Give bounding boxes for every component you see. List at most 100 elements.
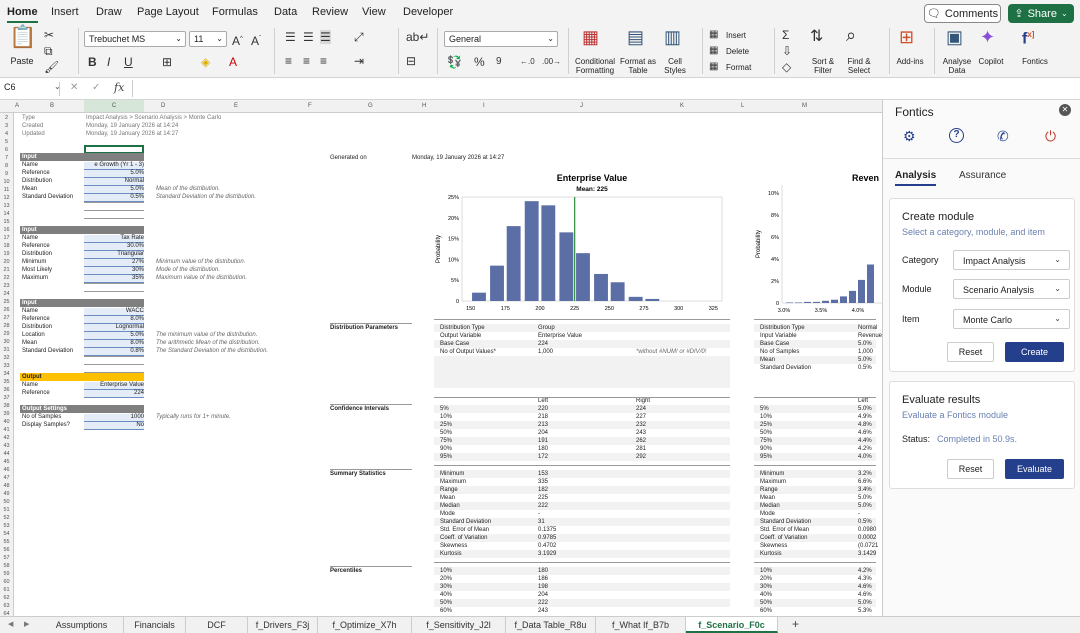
input-field-value[interactable]: 0.8% <box>84 348 144 356</box>
percent-icon[interactable]: % <box>474 55 485 69</box>
currency-icon[interactable]: 💱 <box>447 55 462 69</box>
reset-evaluate-button[interactable]: Reset <box>947 459 994 479</box>
row-header[interactable]: 62 <box>0 594 13 602</box>
row-header[interactable]: 46 <box>0 466 13 474</box>
help-icon[interactable]: ? <box>949 128 964 143</box>
column-header[interactable]: L <box>741 103 744 109</box>
clear-icon[interactable]: ◇ <box>782 60 791 74</box>
row-header[interactable]: 10 <box>0 178 13 186</box>
column-header[interactable]: C <box>84 100 144 112</box>
tab-page-layout[interactable]: Page Layout <box>137 6 199 18</box>
row-header[interactable]: 15 <box>0 218 13 226</box>
orientation-icon[interactable]: ⤢ <box>354 30 364 44</box>
fontics-button[interactable]: Fontics <box>1018 57 1052 66</box>
row-header[interactable]: 12 <box>0 194 13 202</box>
insert-function-icon[interactable]: fx <box>114 81 124 94</box>
align-right-icon[interactable]: ≡ <box>320 54 327 68</box>
input-field-value[interactable]: 5.0% <box>84 170 144 178</box>
row-header[interactable]: 60 <box>0 578 13 586</box>
row-header[interactable]: 43 <box>0 442 13 450</box>
input-field-value[interactable]: Lognormal <box>84 324 144 332</box>
row-header[interactable]: 8 <box>0 162 13 170</box>
row-header[interactable]: 7 <box>0 154 13 162</box>
reset-button[interactable]: Reset <box>947 342 994 362</box>
format-cells-icon[interactable]: ▦ <box>709 60 718 74</box>
row-header[interactable]: 22 <box>0 274 13 282</box>
chevron-down-icon[interactable]: ⌄ <box>54 82 61 91</box>
row-header[interactable]: 37 <box>0 394 13 402</box>
row-header[interactable]: 17 <box>0 234 13 242</box>
italic-icon[interactable]: I <box>107 55 110 69</box>
row-header[interactable]: 56 <box>0 546 13 554</box>
row-header[interactable]: 40 <box>0 418 13 426</box>
font-name-select[interactable]: Trebuchet MS ⌄ <box>84 31 186 47</box>
increase-decimal-icon[interactable]: ←.0 <box>520 55 535 69</box>
borders-icon[interactable]: ⊞ <box>162 55 172 69</box>
sheet-tab[interactable]: Financials <box>124 617 186 633</box>
input-field-value[interactable]: e Growth (Yr 1 - 3) <box>84 162 144 170</box>
input-field-value[interactable]: 8.0% <box>84 340 144 348</box>
sheet-tab[interactable]: f_Sensitivity_J2l <box>412 617 506 633</box>
row-header[interactable]: 14 <box>0 210 13 218</box>
input-field-value[interactable]: 35% <box>84 275 144 283</box>
row-header[interactable]: 63 <box>0 602 13 610</box>
format-cells-button[interactable]: Format <box>726 63 751 72</box>
input-field-value[interactable]: WACC <box>84 308 144 316</box>
input-field-value[interactable]: 5.0% <box>84 332 144 340</box>
tab-analysis[interactable]: Analysis <box>895 170 937 186</box>
align-middle-icon[interactable]: ☰ <box>303 30 314 44</box>
add-ins-button[interactable]: Add-ins <box>893 57 927 66</box>
sheet-tab[interactable]: f_Scenario_F0c <box>686 617 778 633</box>
format-as-table-button[interactable]: Format as Table <box>620 57 656 75</box>
sheet-tab[interactable]: f_What If_B7b <box>596 617 686 633</box>
input-field-value[interactable]: 5.0% <box>84 186 144 194</box>
tab-home[interactable]: Home <box>7 6 38 23</box>
tab-formulas[interactable]: Formulas <box>212 6 258 18</box>
row-header[interactable]: 44 <box>0 450 13 458</box>
paste-icon[interactable]: 📋 <box>9 26 36 48</box>
sheet-tab[interactable]: f_Drivers_F3j <box>248 617 318 633</box>
font-size-select[interactable]: 11 ⌄ <box>189 31 227 47</box>
copy-icon[interactable]: ⧉ <box>44 44 53 58</box>
align-top-icon[interactable]: ☰ <box>285 30 296 44</box>
copilot-button[interactable]: Copilot <box>974 57 1008 66</box>
row-header[interactable]: 49 <box>0 490 13 498</box>
output-name-value[interactable]: Enterprise Value <box>84 382 144 390</box>
align-center-icon[interactable]: ≡ <box>303 54 310 68</box>
scroll-left-icon[interactable]: ◀ <box>8 620 13 628</box>
autosum-icon[interactable]: Σ <box>782 28 789 42</box>
input-field-value[interactable]: 30.0% <box>84 243 144 251</box>
tab-developer[interactable]: Developer <box>403 6 453 18</box>
row-header[interactable]: 5 <box>0 138 13 146</box>
tab-insert[interactable]: Insert <box>51 6 79 18</box>
column-header[interactable]: A <box>15 103 19 109</box>
column-header[interactable]: B <box>50 103 54 109</box>
tab-review[interactable]: Review <box>312 6 348 18</box>
format-as-table-icon[interactable]: ▤ <box>627 28 644 46</box>
row-header[interactable]: 35 <box>0 378 13 386</box>
row-header[interactable]: 11 <box>0 186 13 194</box>
name-box[interactable]: C6 <box>4 82 60 96</box>
analyse-data-button[interactable]: Analyse Data <box>940 57 974 75</box>
row-header[interactable]: 25 <box>0 298 13 306</box>
row-header[interactable]: 47 <box>0 474 13 482</box>
row-header[interactable]: 54 <box>0 530 13 538</box>
input-field-value[interactable]: Tax Rate <box>84 235 144 243</box>
row-header[interactable]: 50 <box>0 498 13 506</box>
conditional-formatting-icon[interactable]: ▦ <box>582 28 599 46</box>
sort-filter-icon[interactable]: ⇅ <box>810 29 823 45</box>
row-header[interactable]: 39 <box>0 410 13 418</box>
column-header[interactable]: K <box>680 103 684 109</box>
row-header[interactable]: 20 <box>0 258 13 266</box>
tab-view[interactable]: View <box>362 6 386 18</box>
wrap-text-icon[interactable]: ab↵ <box>406 30 429 44</box>
increase-font-icon[interactable]: A^ <box>232 32 243 48</box>
power-icon[interactable]: ⏻ <box>1045 128 1056 145</box>
cell-styles-button[interactable]: Cell Styles <box>658 57 692 75</box>
row-header[interactable]: 13 <box>0 202 13 210</box>
comma-style-icon[interactable]: 9 <box>496 55 502 69</box>
copilot-icon[interactable]: ✦ <box>980 28 995 46</box>
row-header[interactable]: 19 <box>0 250 13 258</box>
row-header[interactable]: 23 <box>0 282 13 290</box>
row-header[interactable]: 32 <box>0 354 13 362</box>
